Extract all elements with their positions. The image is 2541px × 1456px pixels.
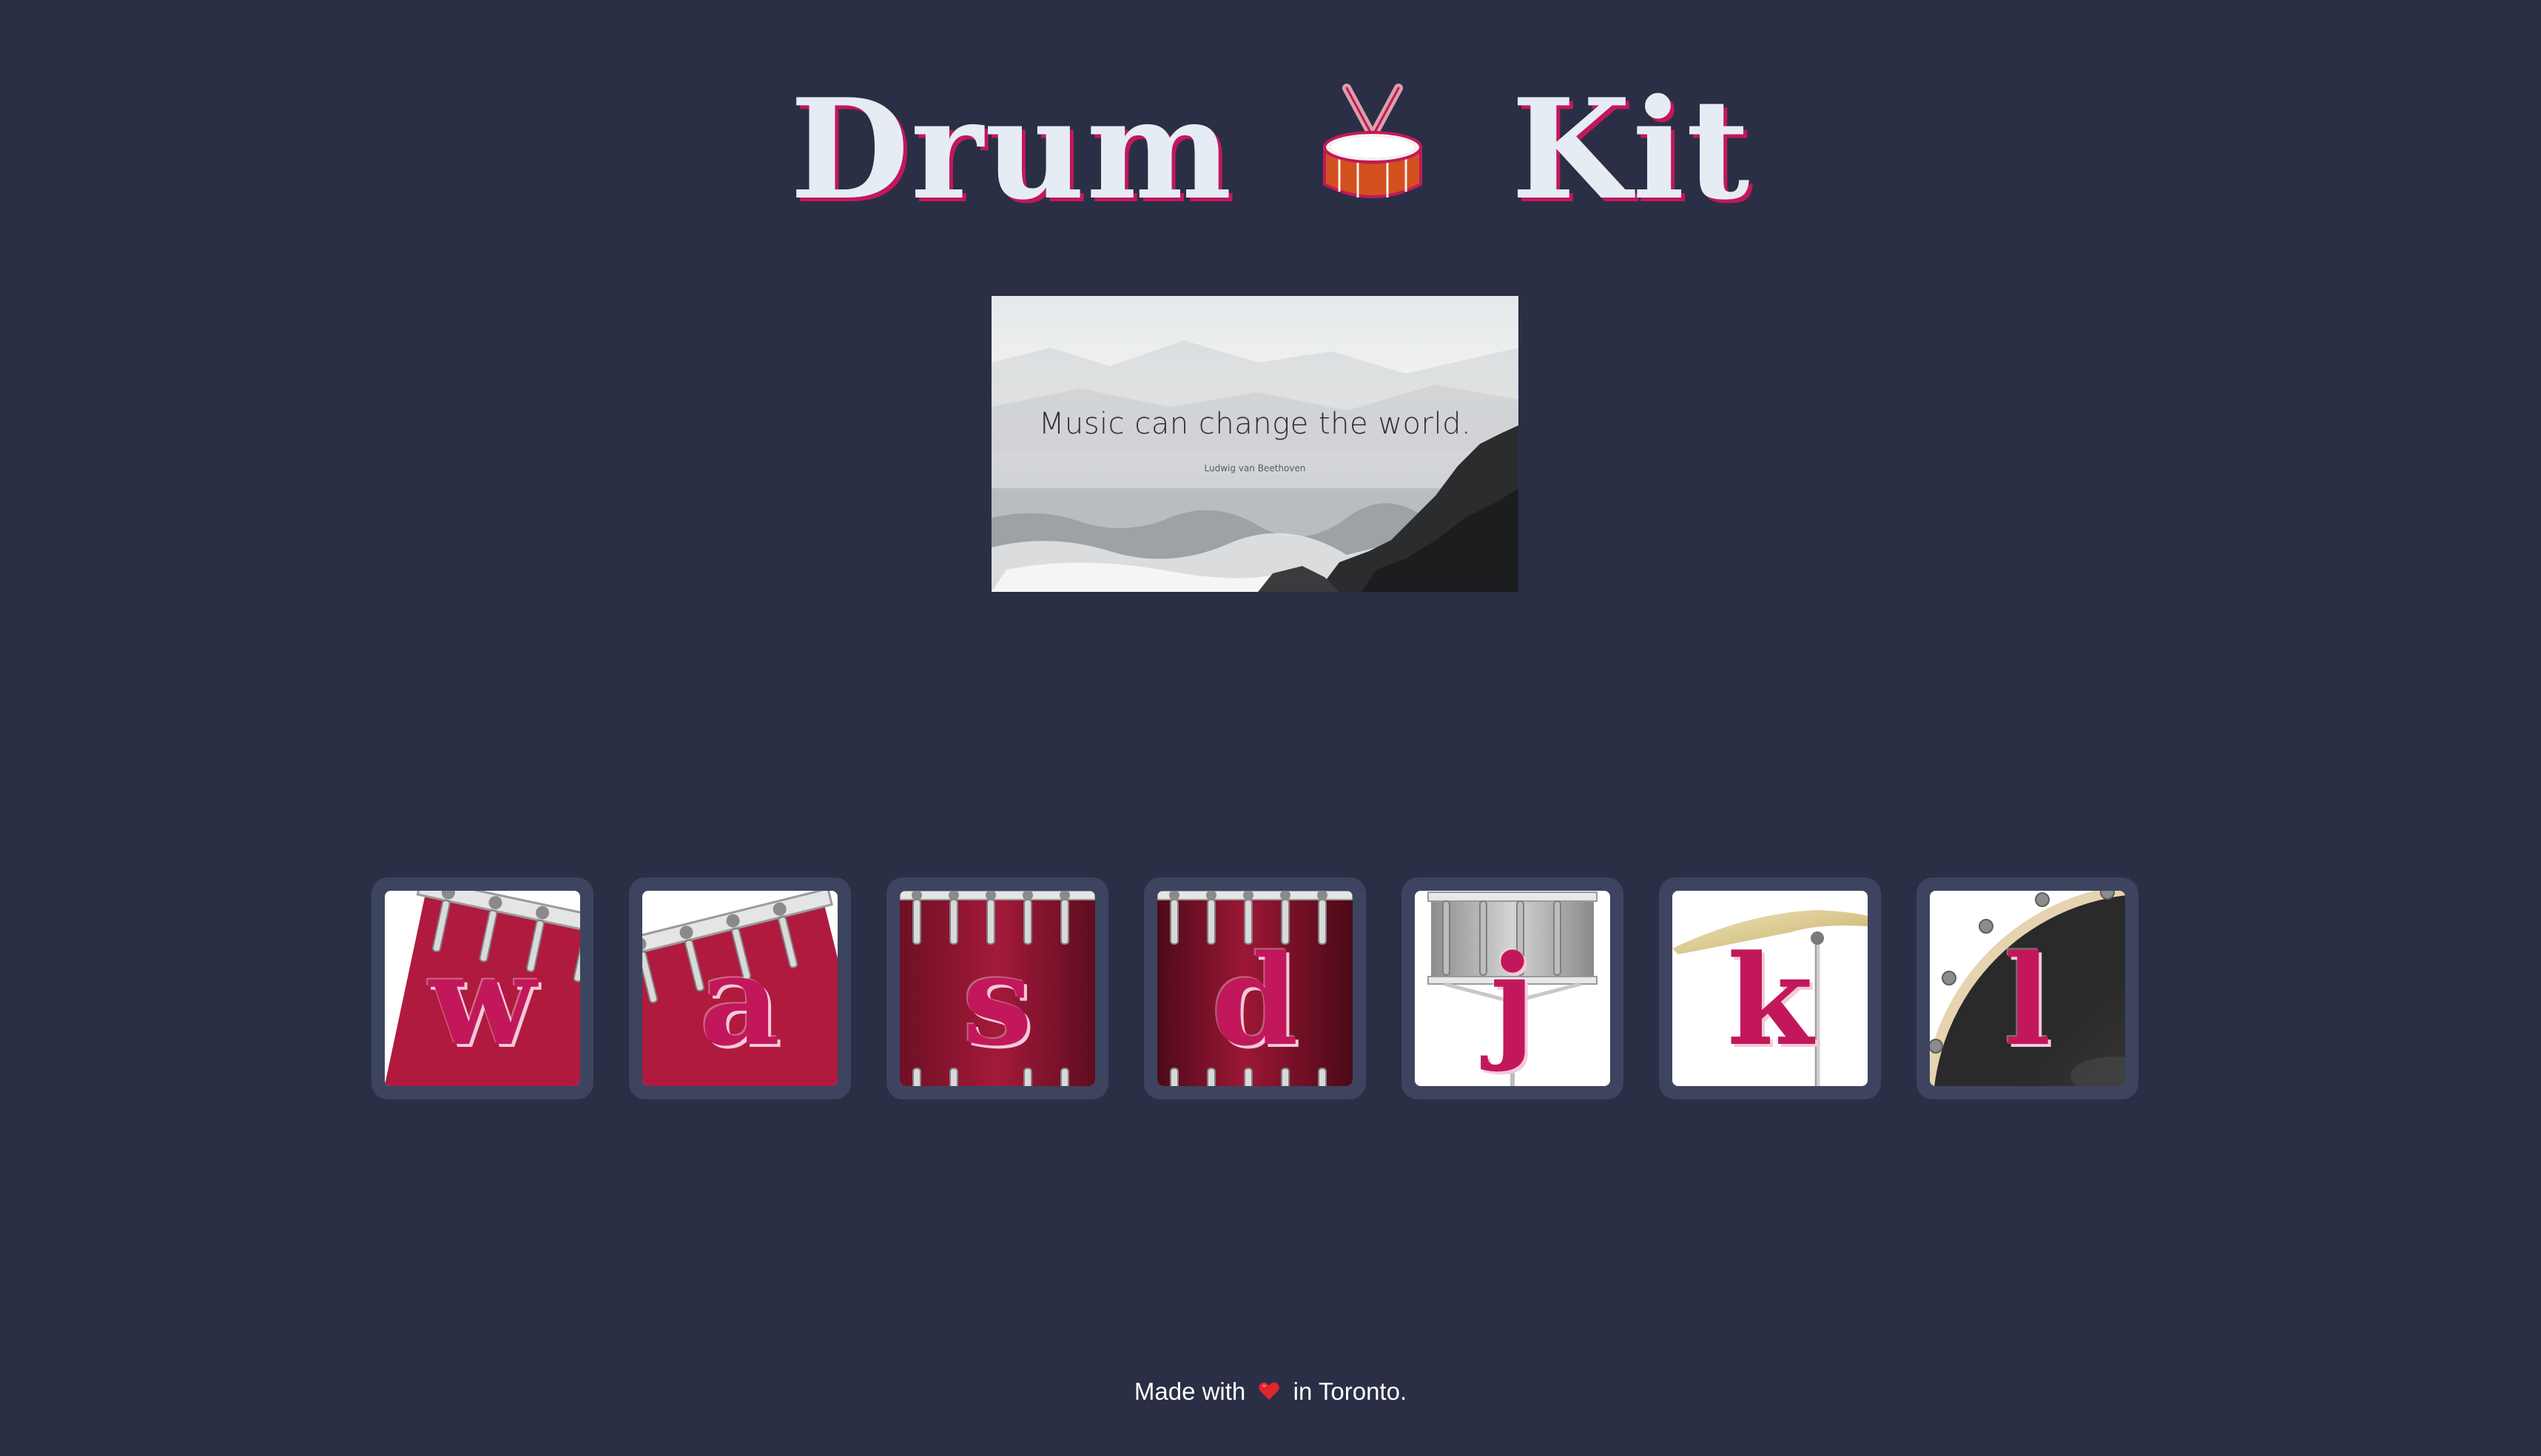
quote-text: Music can change the world. [1038, 407, 1472, 441]
drum-key-k[interactable]: k [1659, 877, 1881, 1099]
drum-key-a[interactable]: a [629, 877, 851, 1099]
drum-key-d[interactable]: d [1144, 877, 1366, 1099]
key-letter-d: d [1211, 927, 1299, 1074]
drum-key-l[interactable]: l [1916, 877, 2138, 1099]
drum-key-l-face: l [1930, 891, 2125, 1086]
footer: Made with in Toronto. [0, 1378, 2541, 1406]
key-letter-k: k [1726, 927, 1814, 1074]
drum-key-a-face: a [642, 891, 838, 1086]
quote-image: Music can change the world. Ludwig van B… [992, 296, 1518, 592]
heart-icon [1258, 1380, 1280, 1402]
drum-key-s[interactable]: s [886, 877, 1108, 1099]
page-title: Drum Kit [0, 59, 2541, 227]
drum-key-j[interactable]: j [1401, 877, 1623, 1099]
drum-key-k-face: k [1672, 891, 1868, 1086]
drum-key-s-face: s [900, 891, 1095, 1086]
key-letter-s: s [962, 927, 1033, 1074]
drum-key-j-face: j [1415, 891, 1610, 1086]
drum-key-d-face: d [1157, 891, 1353, 1086]
key-letter-a: a [699, 927, 781, 1074]
key-letter-j: j [1490, 927, 1535, 1074]
title-word-drum: Drum [790, 68, 1234, 230]
footer-text-after: in Toronto. [1293, 1378, 1407, 1405]
key-letter-l: l [2004, 927, 2051, 1074]
title-word-kit: Kit [1511, 68, 1751, 230]
drum-key-w[interactable]: w [371, 877, 593, 1099]
footer-text-before: Made with [1134, 1378, 1246, 1405]
key-letter-w: w [428, 927, 536, 1074]
quote-author: Ludwig van Beethoven [1204, 463, 1306, 473]
drum-keys: w a s d j k l [0, 877, 2541, 1099]
drum-key-w-face: w [385, 891, 580, 1086]
drum-icon [1317, 82, 1428, 208]
